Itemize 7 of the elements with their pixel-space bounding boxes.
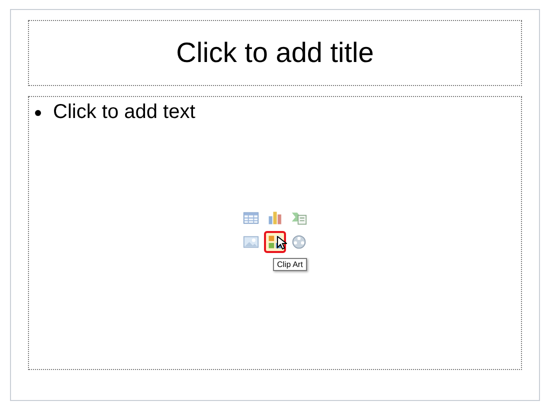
content-placeholder[interactable]: Click to add text Clip Art [28,96,522,370]
tooltip: Clip Art [273,258,307,271]
mouse-pointer-icon [277,236,287,250]
title-text: Click to add title [176,37,374,69]
bullet-icon [35,110,41,116]
title-placeholder[interactable]: Click to add title [28,20,522,86]
body-text: Click to add text [53,101,196,124]
